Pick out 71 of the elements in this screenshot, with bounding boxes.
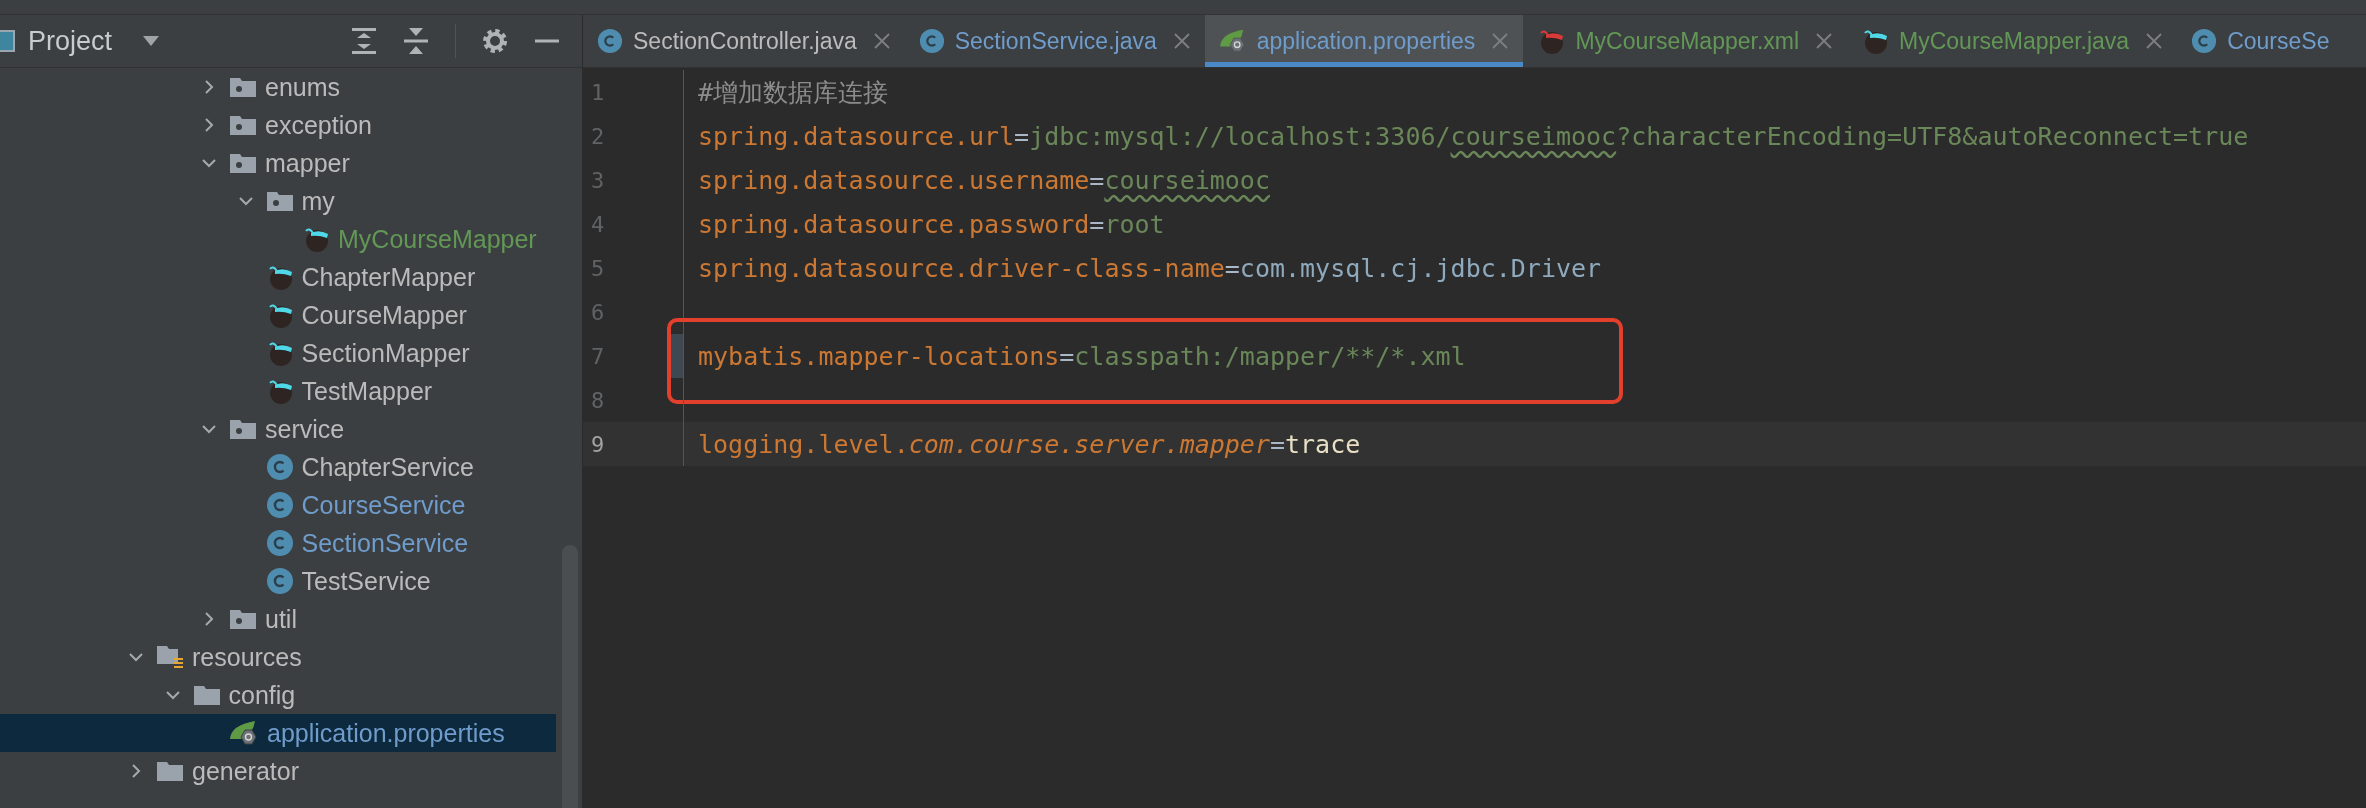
folder-icon [156, 759, 184, 783]
close-icon[interactable] [1815, 32, 1834, 50]
tree-item[interactable]: enums [0, 68, 556, 106]
class-icon [265, 567, 294, 595]
package-folder-icon [229, 151, 257, 175]
editor-tab[interactable]: SectionService.java [904, 15, 1205, 67]
tree-item[interactable]: CourseMapper [0, 296, 556, 334]
tree-item[interactable]: MyCourseMapper [0, 220, 556, 258]
code-line: spring.datasource.driver-class-name=com.mysql.cj.jdbc.Driver [698, 253, 1602, 283]
tree-item[interactable]: generator [0, 752, 556, 790]
line-number: 2 [591, 123, 605, 149]
bird-icon [1861, 27, 1890, 55]
tree-item[interactable]: exception [0, 106, 556, 144]
editor-tab[interactable]: MyCourseMapper.java [1847, 15, 2178, 67]
tree-item[interactable]: CourseService [0, 486, 556, 524]
resources-folder-icon [156, 644, 184, 670]
tree-item[interactable]: SectionMapper [0, 334, 556, 372]
tree-item[interactable]: resources [0, 638, 556, 676]
bird-icon [302, 225, 330, 253]
class-icon [2191, 28, 2218, 54]
class-icon [918, 28, 945, 54]
code-line: #增加数据库连接 [698, 76, 889, 109]
package-folder-icon [229, 417, 257, 441]
package-folder-icon [265, 189, 294, 213]
tree-item[interactable]: mapper [0, 144, 556, 182]
line-number: 9 [591, 431, 605, 457]
line-number: 1 [591, 79, 605, 105]
dropdown-caret-icon[interactable] [142, 35, 161, 47]
line-number: 5 [591, 255, 605, 281]
expand-all-icon[interactable] [351, 27, 377, 55]
line-number: 8 [591, 387, 605, 413]
package-folder-icon [229, 607, 257, 631]
tree-item[interactable]: application.properties [0, 714, 556, 752]
tree-item[interactable]: my [0, 182, 556, 220]
editor-tab[interactable]: MyCourseMapper.xml [1523, 15, 1848, 67]
class-icon [265, 529, 294, 557]
leaf-gear-icon [229, 719, 259, 747]
close-icon[interactable] [872, 32, 891, 50]
class-icon [597, 28, 623, 54]
code-line: spring.datasource.username=courseimooc [698, 165, 1270, 195]
line-number: 7 [591, 343, 605, 369]
bird-icon [1537, 27, 1566, 55]
class-icon [265, 491, 294, 519]
line-number: 3 [591, 167, 605, 193]
code-line: spring.datasource.password=root [698, 209, 1165, 239]
code-line: mybatis.mapper-locations=classpath:/mapper/**/*.xml [698, 341, 1466, 371]
line-number: 4 [591, 211, 605, 237]
panel-title[interactable]: Project [28, 25, 113, 57]
package-folder-icon [229, 113, 257, 137]
package-folder-icon [229, 75, 257, 99]
settings-icon[interactable] [482, 28, 508, 54]
close-icon[interactable] [2145, 32, 2164, 50]
editor-tab[interactable]: SectionController.java [583, 15, 905, 67]
folder-icon [192, 683, 221, 707]
tree-item[interactable]: util [0, 600, 556, 638]
editor-tab[interactable]: CourseSe [2177, 15, 2344, 67]
leaf-gear-icon [1218, 28, 1247, 54]
collapse-all-icon[interactable] [403, 27, 429, 55]
line-number: 6 [591, 299, 605, 325]
tree-item[interactable]: TestService [0, 562, 556, 600]
close-icon[interactable] [1172, 32, 1191, 50]
tree-item[interactable]: SectionService [0, 524, 556, 562]
code-line: logging.level.com.course.server.mapper=trace [698, 429, 1361, 459]
tree-item[interactable]: config [0, 676, 556, 714]
project-view-icon [0, 29, 16, 53]
code-line: spring.datasource.url=jdbc:mysql://localhost:3306/courseimooc?characterEncoding=UTF8&autoReconnect=true [698, 121, 2249, 151]
tree-item[interactable]: ChapterService [0, 448, 556, 486]
tree-item[interactable]: TestMapper [0, 372, 556, 410]
tree-item[interactable]: service [0, 410, 556, 448]
class-icon [265, 453, 294, 481]
tree-item[interactable]: ChapterMapper [0, 258, 556, 296]
